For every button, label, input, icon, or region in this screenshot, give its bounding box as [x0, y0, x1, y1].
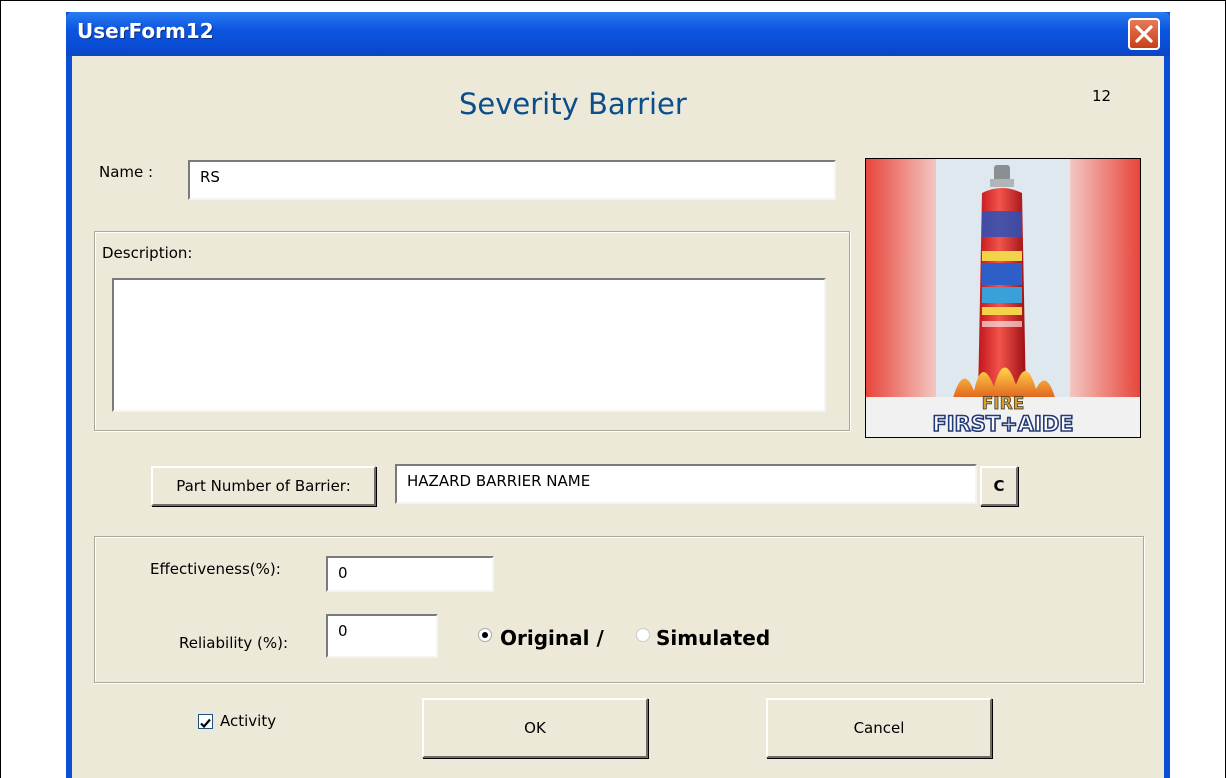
original-radio-label[interactable]: Original /: [500, 626, 604, 650]
description-input[interactable]: [112, 278, 826, 412]
name-label: Name :: [99, 163, 154, 181]
cancel-button[interactable]: Cancel: [766, 698, 992, 758]
title-bar[interactable]: UserForm12: [66, 12, 1170, 56]
activity-checkbox[interactable]: [198, 714, 213, 729]
original-radio[interactable]: [478, 628, 492, 642]
reliability-input[interactable]: 0: [326, 614, 438, 658]
description-label: Description:: [102, 244, 193, 262]
part-number-button[interactable]: Part Number of Barrier:: [151, 466, 376, 506]
effectiveness-value: 0: [338, 564, 348, 582]
simulated-radio[interactable]: [636, 628, 650, 642]
effectiveness-label: Effectiveness(%):: [150, 560, 281, 578]
form-client-area: Severity Barrier 12 Name : RS Descriptio…: [72, 56, 1164, 778]
reliability-label: Reliability (%):: [179, 634, 289, 652]
brand-line-1: FIRE: [982, 394, 1025, 414]
userform-window: UserForm12 Severity Barrier 12 Name : RS…: [66, 12, 1170, 778]
values-frame: [94, 536, 1144, 683]
activity-label[interactable]: Activity: [220, 712, 276, 730]
close-button[interactable]: [1128, 18, 1160, 50]
name-value: RS: [200, 168, 220, 186]
clear-button[interactable]: C: [980, 466, 1018, 506]
close-icon: [1135, 25, 1153, 43]
form-number: 12: [1092, 87, 1112, 105]
name-input[interactable]: RS: [188, 160, 836, 200]
window-title: UserForm12: [77, 19, 214, 43]
part-number-input[interactable]: HAZARD BARRIER NAME: [395, 464, 977, 504]
reliability-value: 0: [338, 622, 348, 640]
part-number-value: HAZARD BARRIER NAME: [407, 472, 591, 490]
barrier-image: FIRE FIRST+AIDE: [865, 158, 1141, 438]
ok-button[interactable]: OK: [422, 698, 648, 758]
simulated-radio-label[interactable]: Simulated: [656, 626, 770, 650]
form-heading: Severity Barrier: [459, 87, 687, 121]
checkmark-icon: [200, 718, 211, 729]
effectiveness-input[interactable]: 0: [326, 556, 494, 592]
fire-extinguisher-image: FIRE FIRST+AIDE: [866, 159, 1140, 437]
radio-selected-dot: [482, 632, 488, 638]
brand-line-2: FIRST+AIDE: [932, 412, 1073, 436]
